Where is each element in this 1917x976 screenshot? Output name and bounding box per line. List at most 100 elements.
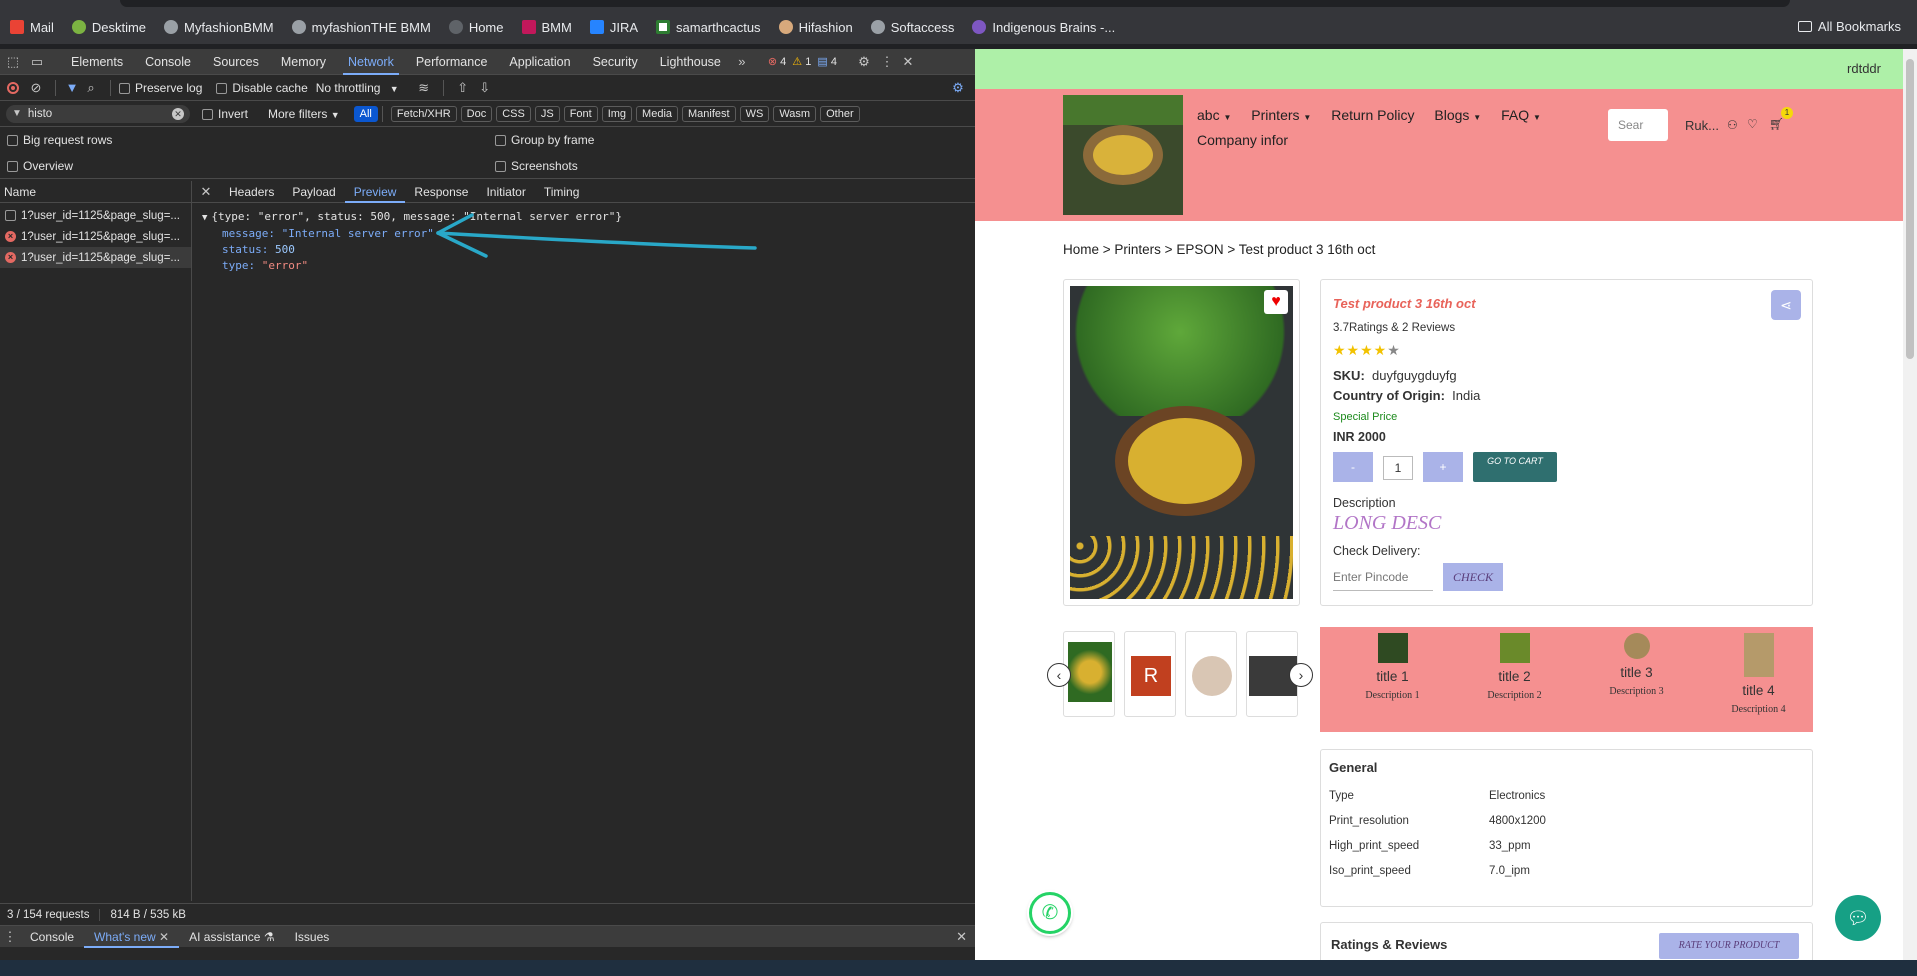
clear-icon[interactable]: ⊘ (25, 80, 47, 96)
request-row[interactable]: 1?user_id=1125&page_slug=... (0, 205, 191, 226)
drawer-menu-icon[interactable]: ⋮ (0, 929, 20, 945)
search-input[interactable]: Sear (1608, 109, 1668, 141)
drawer-tab-ai-assistance[interactable]: AI assistance ⚗ (179, 930, 284, 944)
filter-wasm[interactable]: Wasm (773, 105, 817, 122)
settings-gear-icon[interactable]: ⚙ (851, 54, 877, 70)
drawer-tab-whats-new[interactable]: What's new ✕ (84, 926, 180, 948)
tab-network[interactable]: Network (337, 49, 405, 75)
filter-other[interactable]: Other (820, 105, 860, 122)
all-bookmarks[interactable]: All Bookmarks (1797, 19, 1901, 34)
overview-checkbox[interactable]: Overview (7, 159, 73, 173)
nav-printers[interactable]: Printers ▼ (1251, 107, 1311, 123)
pincode-input[interactable]: Enter Pincode (1333, 563, 1433, 591)
bookmark-hifashion[interactable]: Hifashion (778, 20, 853, 35)
whatsapp-icon[interactable]: ✆ (1029, 892, 1071, 934)
filter-doc[interactable]: Doc (460, 105, 493, 122)
tab-security[interactable]: Security (582, 49, 649, 75)
breadcrumb-printers[interactable]: Printers (1114, 242, 1161, 257)
import-har-icon[interactable]: ⇧ (452, 80, 474, 96)
throttling-select[interactable]: No throttling ▼ (316, 81, 399, 95)
search-icon[interactable]: ⌕ (80, 80, 102, 96)
more-tabs-icon[interactable]: » (732, 54, 752, 69)
filter-css[interactable]: CSS (496, 105, 531, 122)
bookmark-indigenous-brains[interactable]: Indigenous Brains -... (972, 20, 1115, 35)
wishlist-heart-icon[interactable]: ♡ (1747, 117, 1758, 131)
rate-product-button[interactable]: RATE YOUR PRODUCT (1659, 933, 1799, 959)
nav-faq[interactable]: FAQ ▼ (1501, 107, 1541, 123)
chat-bubble-icon[interactable]: 💬︎ (1835, 895, 1881, 941)
go-to-cart-button[interactable]: GO TO CART (1473, 452, 1557, 482)
inspect-element-icon[interactable]: ⬚ (0, 54, 26, 70)
disable-cache-checkbox[interactable]: Disable cache (216, 81, 308, 95)
device-toolbar-icon[interactable]: ▭ (26, 54, 48, 70)
clear-filter-icon[interactable]: ✕ (172, 107, 184, 120)
page-scrollbar[interactable] (1903, 49, 1917, 960)
network-conditions-icon[interactable]: ≋ (413, 80, 435, 96)
filter-media[interactable]: Media (636, 105, 679, 122)
tab-performance[interactable]: Performance (405, 49, 499, 75)
nav-blogs[interactable]: Blogs ▼ (1434, 107, 1481, 123)
breadcrumb-home[interactable]: Home (1063, 242, 1099, 257)
tab-elements[interactable]: Elements (60, 49, 134, 75)
warning-count[interactable]: ⚠ 1 (792, 55, 811, 68)
qty-plus-button[interactable]: + (1423, 452, 1463, 482)
error-count[interactable]: ⊗ 4 (768, 55, 786, 68)
drawer-tab-console[interactable]: Console (20, 930, 84, 944)
filter-fetch-xhr[interactable]: Fetch/XHR (390, 105, 457, 122)
qty-minus-button[interactable]: - (1333, 452, 1373, 482)
bookmark-myfashion-the-bmm[interactable]: myfashionTHE BMM (291, 20, 431, 35)
close-drawer-icon[interactable]: ✕ (956, 929, 967, 945)
tab-application[interactable]: Application (498, 49, 581, 75)
carousel-next-icon[interactable]: › (1289, 663, 1313, 687)
name-column-header[interactable]: Name (0, 181, 191, 203)
breadcrumb-epson[interactable]: EPSON (1176, 242, 1223, 257)
qty-input[interactable]: 1 (1383, 456, 1413, 480)
carousel-prev-icon[interactable]: ‹ (1047, 663, 1071, 687)
screenshots-checkbox[interactable]: Screenshots (495, 159, 578, 173)
nav-return-policy[interactable]: Return Policy (1331, 107, 1414, 123)
request-row-error-selected[interactable]: × 1?user_id=1125&page_slug=... (0, 247, 191, 268)
bookmark-mail[interactable]: Mail (10, 20, 54, 35)
group-by-frame-checkbox[interactable]: Group by frame (495, 133, 594, 147)
bookmark-myfashionbmm[interactable]: MyfashionBMM (164, 20, 274, 35)
close-tab-icon[interactable]: ✕ (159, 930, 169, 944)
user-icon[interactable]: ⚇ (1727, 118, 1738, 132)
record-icon[interactable] (7, 81, 19, 94)
tab-memory[interactable]: Memory (270, 49, 337, 75)
nav-company-info[interactable]: Company infor (1197, 132, 1567, 148)
bookmark-samarthcactus[interactable]: samarthcactus (656, 20, 761, 35)
close-devtools-icon[interactable]: ✕ (897, 54, 919, 70)
big-request-rows-checkbox[interactable]: Big request rows (7, 133, 112, 147)
user-name[interactable]: Ruk... (1685, 118, 1719, 133)
favorite-heart-icon[interactable]: ♥ (1264, 290, 1288, 314)
cart-icon[interactable]: 🛒︎ (1769, 117, 1784, 131)
invert-checkbox[interactable]: Invert (202, 107, 248, 121)
nav-abc[interactable]: abc ▼ (1197, 107, 1231, 123)
site-logo[interactable] (1063, 95, 1183, 215)
bookmark-softaccess[interactable]: Softaccess (870, 20, 954, 35)
more-filters-dropdown[interactable]: More filters ▼ (268, 107, 340, 121)
filter-ws[interactable]: WS (739, 105, 770, 122)
filter-input[interactable]: ▼ histo ✕ (6, 104, 190, 123)
drawer-tab-issues[interactable]: Issues (285, 930, 340, 944)
tab-lighthouse[interactable]: Lighthouse (649, 49, 732, 75)
filter-icon[interactable]: ▼ (64, 80, 80, 95)
network-settings-gear-icon[interactable]: ⚙ (947, 80, 969, 96)
tab-console[interactable]: Console (134, 49, 202, 75)
filter-manifest[interactable]: Manifest (682, 105, 736, 122)
bookmark-desktime[interactable]: Desktime (71, 20, 146, 35)
filter-all[interactable]: All (353, 105, 378, 122)
bookmark-bmm[interactable]: BMM (521, 20, 572, 35)
preserve-log-checkbox[interactable]: Preserve log (119, 81, 202, 95)
tab-sources[interactable]: Sources (202, 49, 270, 75)
check-button[interactable]: CHECK (1443, 563, 1503, 591)
thumbnail-3[interactable] (1185, 631, 1237, 717)
export-har-icon[interactable]: ⇩ (474, 80, 496, 96)
bookmark-home[interactable]: Home (448, 20, 504, 35)
thumbnail-2[interactable]: R (1124, 631, 1176, 717)
message-count[interactable]: ▤ 4 (817, 55, 837, 68)
share-icon[interactable]: ⋖ (1771, 290, 1801, 320)
product-image[interactable] (1070, 286, 1293, 599)
filter-img[interactable]: Img (601, 105, 633, 122)
bookmark-jira[interactable]: JIRA (589, 20, 638, 35)
